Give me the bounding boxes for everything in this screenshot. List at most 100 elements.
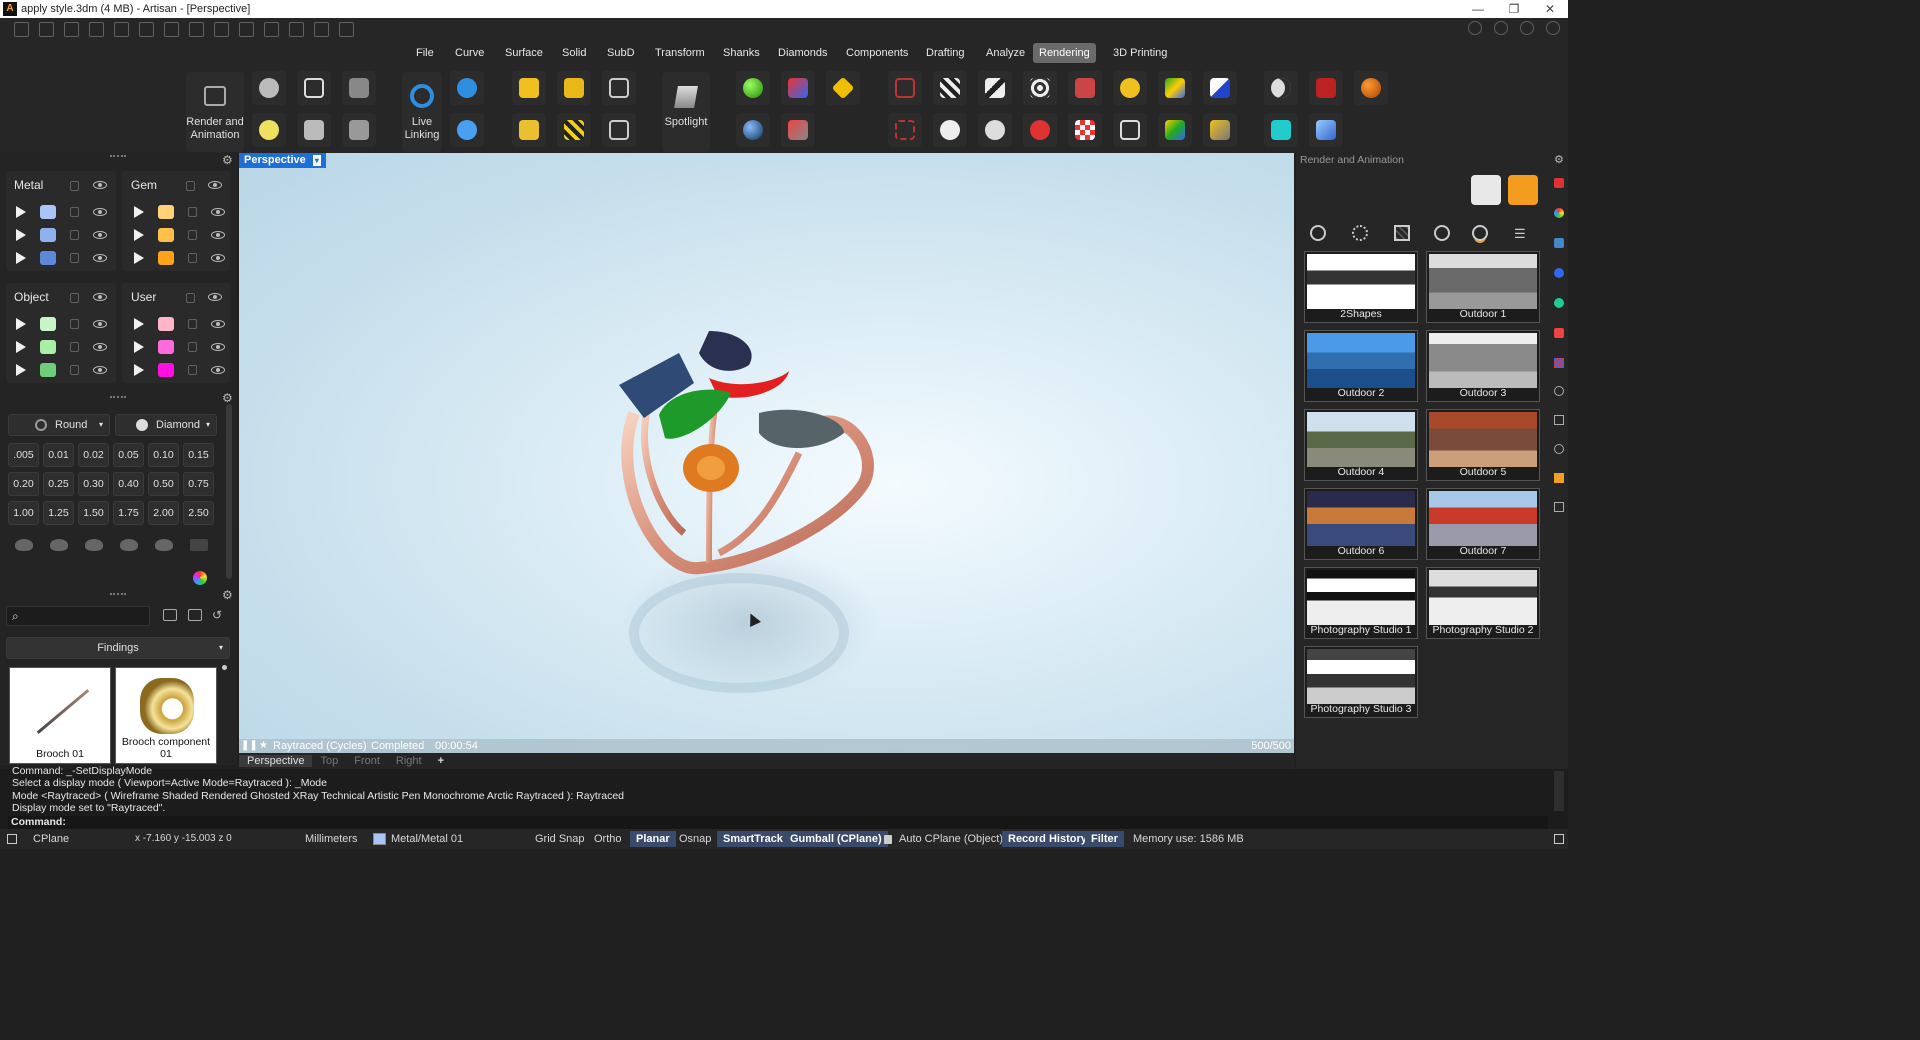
play-icon[interactable] xyxy=(16,252,26,264)
menu-3d-printing[interactable]: 3D Printing xyxy=(1107,43,1173,63)
eye-icon[interactable] xyxy=(211,208,225,216)
layer-row[interactable] xyxy=(16,251,107,265)
eye-icon[interactable] xyxy=(93,231,107,239)
color-swatch[interactable] xyxy=(40,228,56,242)
stone-size-button[interactable]: 0.40 xyxy=(113,472,144,496)
play-icon[interactable] xyxy=(134,206,144,218)
ball-orange-button[interactable] xyxy=(1354,71,1388,105)
eye-icon[interactable] xyxy=(93,343,107,351)
tool-image-button[interactable] xyxy=(602,71,636,105)
environment-thumbnail[interactable]: Outdoor 2 xyxy=(1304,330,1418,402)
star-icon[interactable]: ★ xyxy=(259,739,268,753)
menu-rendering[interactable]: Rendering xyxy=(1033,43,1096,63)
color-swatch[interactable] xyxy=(40,251,56,265)
texture-red-button[interactable] xyxy=(1068,71,1102,105)
environment-thumbnail[interactable]: Outdoor 7 xyxy=(1426,488,1540,560)
library-category-dropdown[interactable]: Findings ▾ xyxy=(6,637,230,659)
rim-shape-icon[interactable] xyxy=(155,539,173,551)
play-icon[interactable] xyxy=(134,229,144,241)
menu-file[interactable]: File xyxy=(410,43,440,63)
round-cut-dropdown[interactable]: Round ▾ xyxy=(8,414,110,436)
material-sphere-button[interactable] xyxy=(252,71,286,105)
unwrap-button[interactable] xyxy=(1113,113,1147,147)
stone-size-button[interactable]: .005 xyxy=(8,443,39,467)
stone-size-button[interactable]: 0.01 xyxy=(43,443,74,467)
stone-size-button[interactable]: 2.50 xyxy=(183,501,214,525)
render-animation-button[interactable]: Render and Animation xyxy=(186,72,244,152)
soccer-ball-button[interactable] xyxy=(933,113,967,147)
menu-surface[interactable]: Surface xyxy=(499,43,549,63)
menu-transform[interactable]: Transform xyxy=(649,43,711,63)
render-now-button[interactable] xyxy=(1508,175,1538,205)
lock-icon[interactable] xyxy=(186,181,195,191)
brush-button[interactable] xyxy=(1203,113,1237,147)
circle-side-icon[interactable] xyxy=(1554,444,1564,454)
environment-thumbnail[interactable]: Outdoor 1 xyxy=(1426,251,1540,323)
color-swatch[interactable] xyxy=(158,340,174,354)
undo-icon[interactable] xyxy=(114,21,129,37)
lock-icon[interactable] xyxy=(188,365,197,375)
gumball-toggle[interactable]: Gumball (CPlane) xyxy=(784,831,888,847)
stone-size-button[interactable]: 1.75 xyxy=(113,501,144,525)
library-search-input[interactable]: ⌕ xyxy=(6,606,150,626)
menu-diamonds[interactable]: Diamonds xyxy=(772,43,834,63)
new-template-icon[interactable] xyxy=(39,21,54,37)
grid-side-icon[interactable] xyxy=(1554,502,1564,512)
add-folder-icon[interactable] xyxy=(188,609,202,621)
render-preview-button[interactable] xyxy=(1471,175,1501,205)
settings-gear-icon[interactable] xyxy=(339,21,354,37)
material-blue-button[interactable] xyxy=(736,113,770,147)
library-item[interactable]: Brooch 01 xyxy=(9,667,111,764)
color-wheel-icon[interactable] xyxy=(193,571,207,585)
lock-icon[interactable] xyxy=(188,230,197,240)
ortho-toggle[interactable]: Ortho xyxy=(594,829,622,849)
lock-icon[interactable] xyxy=(70,181,79,191)
diamond-cut-dropdown[interactable]: Diamond ▾ xyxy=(115,414,217,436)
color-swatch[interactable] xyxy=(158,251,174,265)
material-edit-button[interactable] xyxy=(781,113,815,147)
environment-button[interactable] xyxy=(297,71,331,105)
pause-icon[interactable]: ❚❚ xyxy=(241,739,258,753)
stone-size-button[interactable]: 0.15 xyxy=(183,443,214,467)
lock-icon[interactable] xyxy=(188,319,197,329)
color-side-icon[interactable] xyxy=(1554,208,1564,218)
cushion-shape-icon[interactable] xyxy=(85,539,103,551)
eye-icon[interactable] xyxy=(208,293,222,301)
import-icon[interactable] xyxy=(89,21,104,37)
lock-icon[interactable] xyxy=(186,293,195,303)
color-swatch[interactable] xyxy=(158,205,174,219)
stone-size-button[interactable]: 0.50 xyxy=(148,472,179,496)
red-side-icon[interactable] xyxy=(1554,328,1564,338)
panel-gear-icon[interactable]: ⚙ xyxy=(222,391,233,405)
environment-thumbnail[interactable]: Photography Studio 2 xyxy=(1426,567,1540,639)
sync-button[interactable] xyxy=(450,113,484,147)
materials-list-button[interactable] xyxy=(297,113,331,147)
spotlight-button[interactable]: Spotlight xyxy=(662,72,710,152)
environment-thumbnail[interactable]: Photography Studio 1 xyxy=(1304,567,1418,639)
eye-icon[interactable] xyxy=(93,293,107,301)
environment-thumbnail[interactable]: Photography Studio 3 xyxy=(1304,646,1418,718)
play-icon[interactable] xyxy=(16,318,26,330)
red-pattern-button[interactable] xyxy=(1023,113,1057,147)
prong-shape-icon[interactable] xyxy=(190,539,208,551)
lock-icon[interactable] xyxy=(188,207,197,217)
cube-outline-button[interactable] xyxy=(888,113,922,147)
tool-yellow-2-button[interactable] xyxy=(557,71,591,105)
layer-row[interactable] xyxy=(134,317,225,331)
cplane-label[interactable]: CPlane xyxy=(33,829,69,849)
color-swatch[interactable] xyxy=(40,340,56,354)
stone-size-button[interactable]: 0.02 xyxy=(78,443,109,467)
drag-handle[interactable] xyxy=(110,396,126,398)
lock-icon[interactable] xyxy=(70,319,79,329)
lock-icon[interactable] xyxy=(70,365,79,375)
play-icon[interactable] xyxy=(16,341,26,353)
tool-yellow-1-button[interactable] xyxy=(512,71,546,105)
box-map-button[interactable] xyxy=(1203,71,1237,105)
stone-size-button[interactable]: 2.00 xyxy=(148,501,179,525)
lock-icon[interactable] xyxy=(70,253,79,263)
drag-handle[interactable] xyxy=(110,155,126,157)
texture-dots-button[interactable] xyxy=(933,71,967,105)
lock-icon[interactable] xyxy=(70,230,79,240)
record-history-toggle[interactable]: Record History xyxy=(1002,831,1093,847)
lights-button[interactable] xyxy=(342,71,376,105)
